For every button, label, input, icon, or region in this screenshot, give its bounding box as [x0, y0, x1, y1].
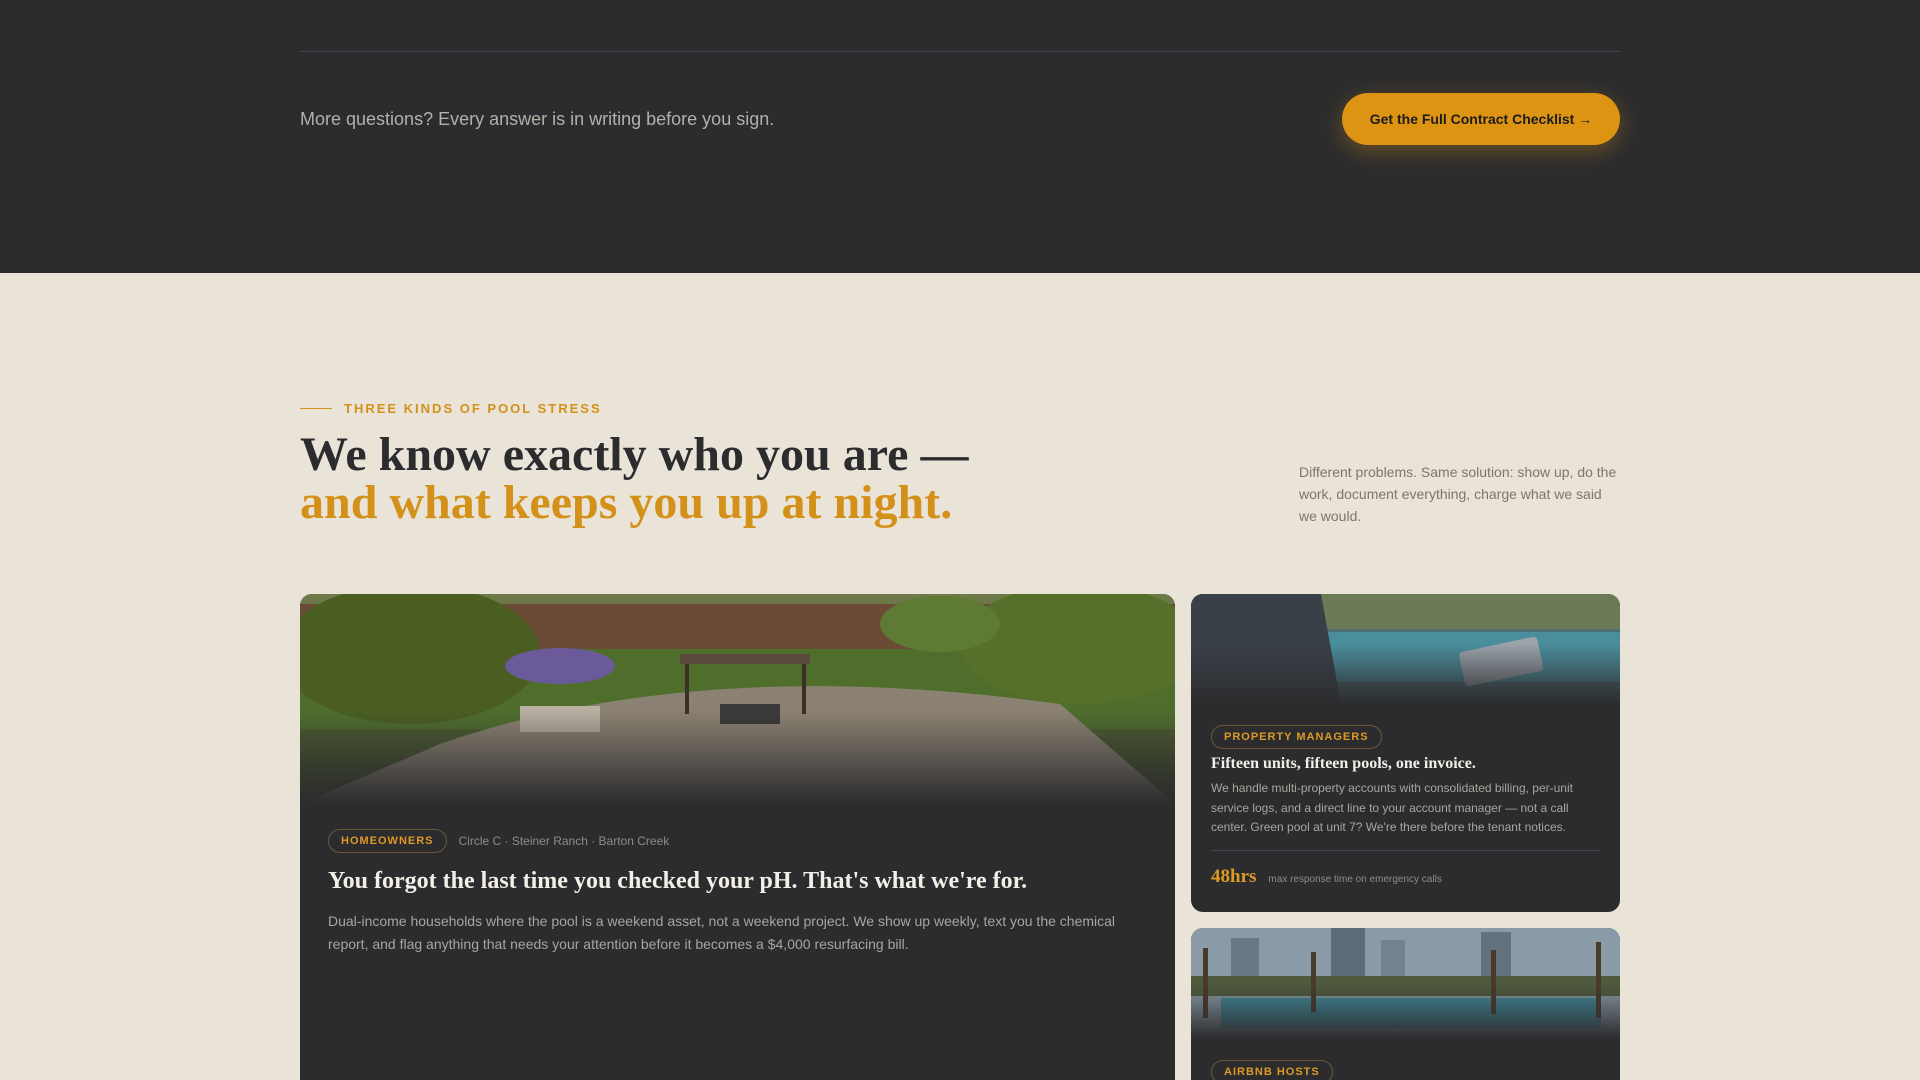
- divider: [1211, 850, 1600, 851]
- property-managers-title: Fifteen units, fifteen pools, one invoic…: [1211, 755, 1476, 772]
- homeowners-card[interactable]: HOMEOWNERS Circle C · Steiner Ranch · Ba…: [300, 594, 1175, 1080]
- property-managers-badge: PROPERTY MANAGERS: [1211, 725, 1382, 749]
- rooftop-pool-photo: [1191, 928, 1620, 1038]
- technician-photo: [1191, 594, 1620, 704]
- divider: [300, 51, 1620, 52]
- backyard-photo: [300, 594, 1175, 804]
- stat-label: max response time on emergency calls: [1268, 874, 1442, 885]
- headline-line-2: and what keeps you up at night.: [300, 476, 953, 529]
- contract-checklist-button[interactable]: Get the Full Contract Checklist →: [1342, 93, 1620, 145]
- property-managers-card[interactable]: PROPERTY MANAGERS Fifteen units, fifteen…: [1191, 594, 1620, 912]
- headline-line-1: We know exactly who you are —: [300, 428, 969, 481]
- cta-band: More questions? Every answer is in writi…: [0, 0, 1920, 273]
- homeowners-meta: HOMEOWNERS Circle C · Steiner Ranch · Ba…: [328, 829, 669, 853]
- property-managers-body: We handle multi-property accounts with c…: [1211, 781, 1573, 834]
- section-eyebrow: THREE KINDS OF POOL STRESS: [300, 401, 602, 416]
- cta-text: More questions? Every answer is in writi…: [300, 109, 775, 129]
- section-headline: We know exactly who you are — and what k…: [300, 431, 1200, 527]
- section-lede: Different problems. Same solution: show …: [1299, 464, 1617, 524]
- homeowners-body: Dual-income households where the pool is…: [328, 913, 1116, 952]
- stat-value: 48hrs: [1211, 866, 1257, 887]
- airbnb-hosts-card[interactable]: AIRBNB HOSTS: [1191, 928, 1620, 1080]
- eyebrow-rule: [300, 408, 332, 409]
- airbnb-hosts-badge: AIRBNB HOSTS: [1211, 1060, 1333, 1080]
- homeowners-badge: HOMEOWNERS: [328, 829, 447, 853]
- homeowners-title: You forgot the last time you checked you…: [328, 868, 1028, 894]
- response-time-stat: 48hrs max response time on emergency cal…: [1211, 866, 1442, 888]
- eyebrow-label: THREE KINDS OF POOL STRESS: [344, 401, 602, 416]
- homeowners-location: Circle C · Steiner Ranch · Barton Creek: [458, 834, 670, 848]
